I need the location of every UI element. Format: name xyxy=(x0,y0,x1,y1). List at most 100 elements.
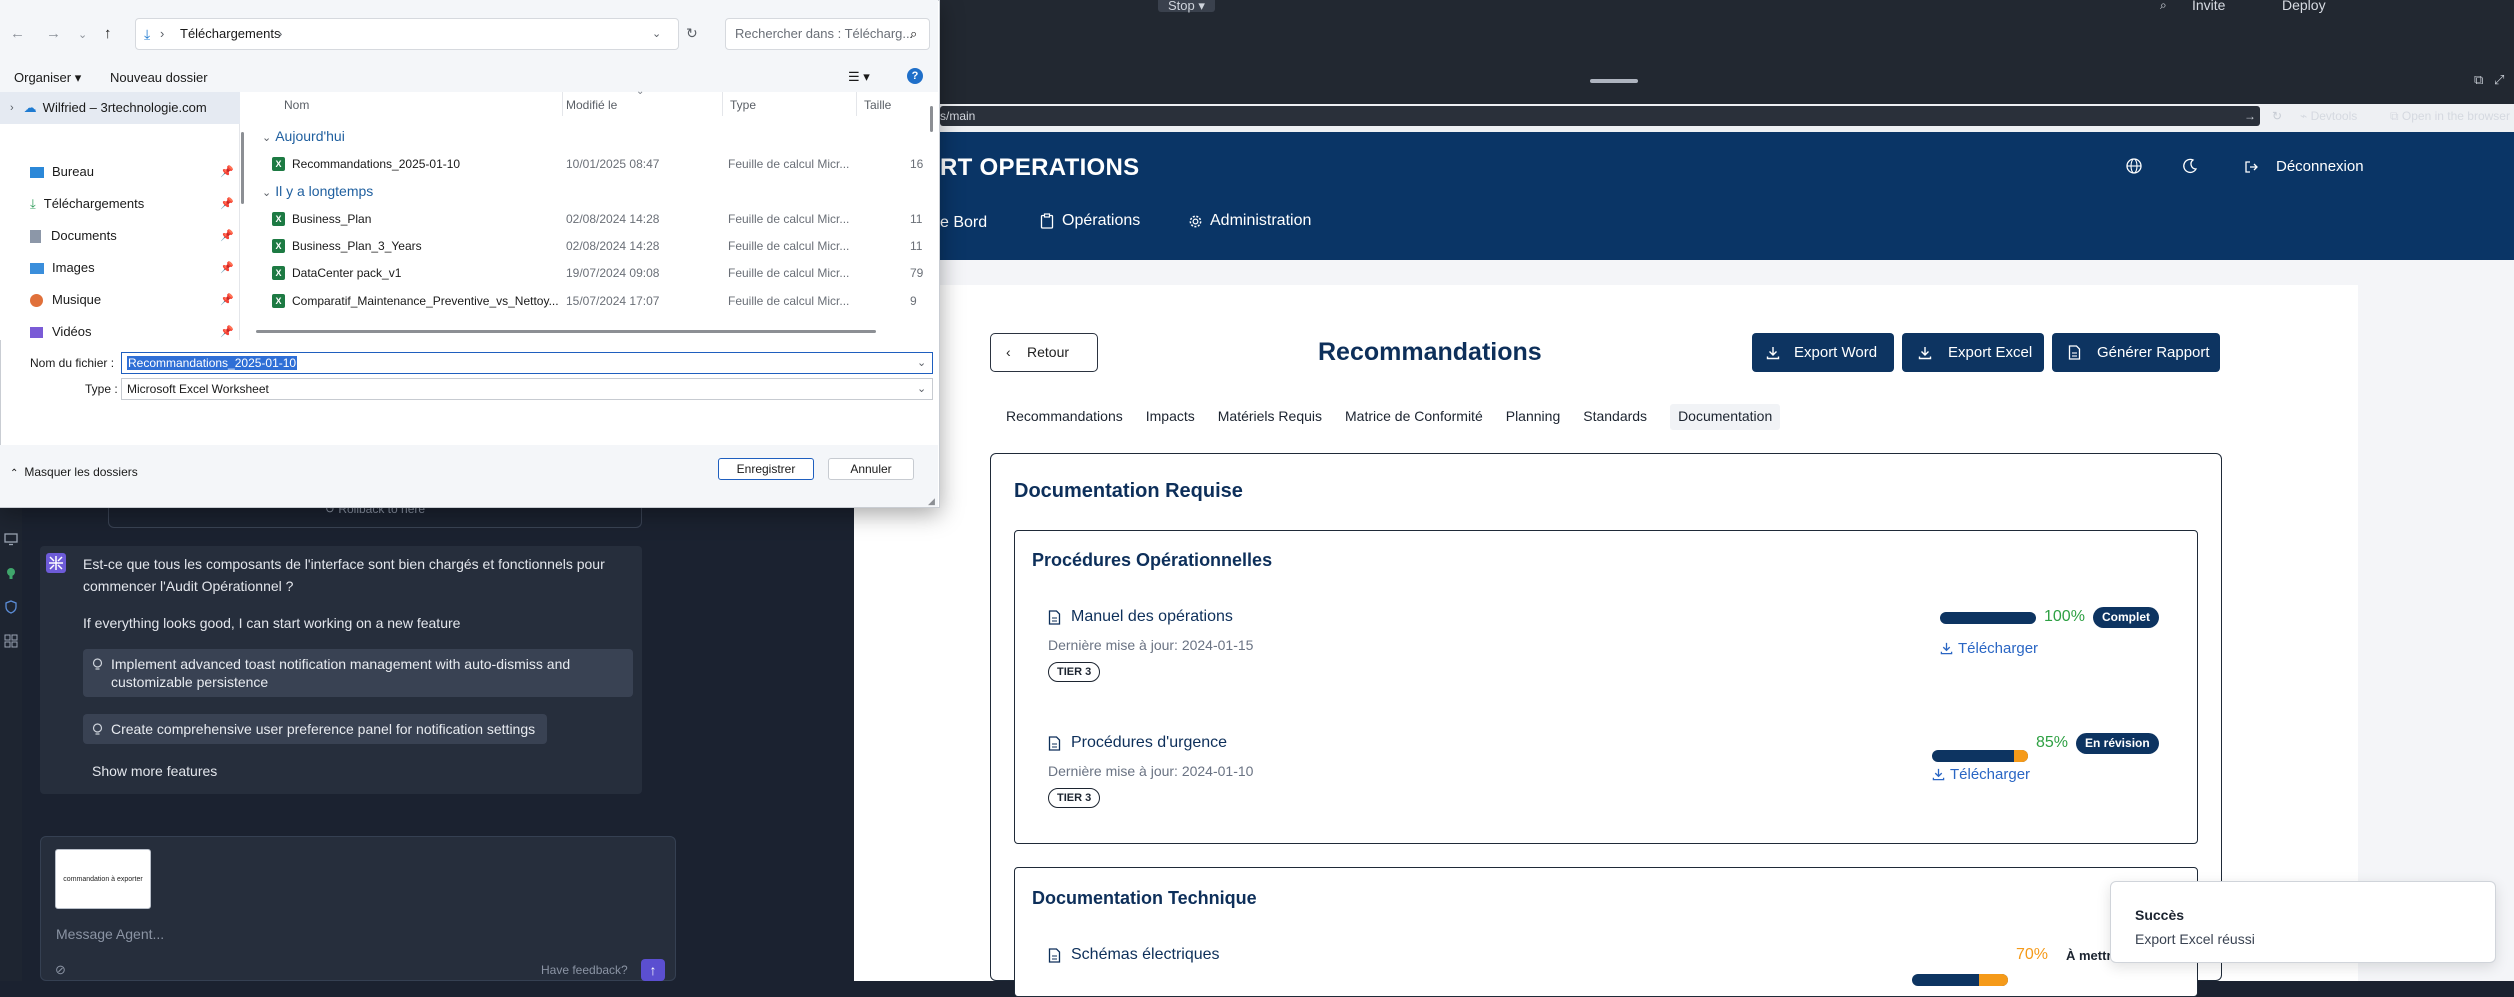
group-header[interactable]: ⌄ Aujourd'hui xyxy=(262,128,345,144)
tab-materiels[interactable]: Matériels Requis xyxy=(1218,404,1322,430)
tier-badge: TIER 3 xyxy=(1048,662,1101,682)
horizontal-scrollbar[interactable] xyxy=(256,330,876,333)
resize-grip-icon[interactable]: ◢ xyxy=(928,496,935,507)
help-icon[interactable]: ? xyxy=(907,68,923,84)
attach-icon[interactable]: ⊘ xyxy=(55,962,66,978)
generate-report-button[interactable]: Générer Rapport xyxy=(2052,333,2220,372)
recent-chevron-icon[interactable]: ⌄ xyxy=(78,28,87,41)
chevron-down-icon[interactable]: ⌄ xyxy=(652,19,661,49)
open-in-browser-button[interactable]: ⧉ Open in the browser xyxy=(2390,106,2510,126)
progress-bar xyxy=(1912,974,2008,986)
show-more-features-button[interactable]: Show more features xyxy=(92,761,217,781)
organize-menu[interactable]: Organiser ▾ xyxy=(14,70,81,86)
tab-documentation[interactable]: Documentation xyxy=(1670,404,1781,430)
refresh-icon[interactable]: ↻ xyxy=(686,25,698,42)
music-icon xyxy=(30,293,43,307)
file-type: Feuille de calcul Micr... xyxy=(728,212,850,226)
tab-impacts[interactable]: Impacts xyxy=(1146,404,1195,430)
nav-item-images[interactable]: Images 📌 xyxy=(30,252,234,284)
save-button[interactable]: Enregistrer xyxy=(718,458,814,480)
address-bar[interactable]: ⤓ › Téléchargements › ⌄ xyxy=(135,18,679,50)
back-button[interactable]: ‹ Retour xyxy=(990,333,1098,372)
suggestion-text: customizable persistence xyxy=(111,674,269,690)
download-icon: ⤓ xyxy=(30,196,36,211)
chevron-down-icon[interactable]: ⌄ xyxy=(917,353,926,373)
send-button[interactable]: ↑ xyxy=(641,959,665,981)
filename-input[interactable]: Recommandations_2025-01-10 ⌄ xyxy=(121,352,933,374)
new-folder-button[interactable]: Nouveau dossier xyxy=(110,70,208,85)
monitor-icon[interactable] xyxy=(4,532,18,546)
file-type-select[interactable]: Microsoft Excel Worksheet ⌄ xyxy=(121,378,933,400)
cancel-button[interactable]: Annuler xyxy=(828,458,914,480)
file-row[interactable]: X DataCenter pack_v1 19/07/2024 09:08 Fe… xyxy=(270,260,925,287)
tab-conformite[interactable]: Matrice de Conformité xyxy=(1345,404,1483,430)
expand-icon[interactable]: ⤢ xyxy=(2494,72,2504,88)
column-type[interactable]: Type xyxy=(730,98,756,112)
back-arrow-icon[interactable]: ← xyxy=(10,25,25,42)
nav-item-music[interactable]: Musique 📌 xyxy=(30,284,234,316)
resize-handle[interactable] xyxy=(1590,79,1638,83)
message-input-placeholder[interactable]: Message Agent... xyxy=(56,926,164,942)
group-header[interactable]: ⌄ Il y a longtemps xyxy=(262,183,373,199)
view-options-icon[interactable]: ☰ ▾ xyxy=(848,69,870,85)
invite-button[interactable]: Invite xyxy=(2192,0,2225,12)
document-name: Procédures d'urgence xyxy=(1071,734,1228,751)
download-link[interactable]: Télécharger xyxy=(1932,766,2030,783)
search-icon[interactable]: ⌕ xyxy=(2160,0,2167,11)
agent-icon[interactable] xyxy=(4,566,18,580)
up-arrow-icon[interactable]: ↑ xyxy=(104,25,112,42)
file-row[interactable]: X Business_Plan 02/08/2024 14:28 Feuille… xyxy=(270,206,925,233)
dialog-search-input[interactable]: Rechercher dans : Télécharg... ⌕ xyxy=(725,18,930,50)
export-word-button[interactable]: Export Word xyxy=(1752,333,1894,372)
url-bar[interactable]: s/main xyxy=(940,106,2260,126)
feedback-link[interactable]: Have feedback? xyxy=(541,963,628,977)
apps-grid-icon[interactable] xyxy=(4,634,18,648)
pin-icon: 📌 xyxy=(220,294,234,306)
nav-item-onedrive[interactable]: › ☁ Wilfried – 3rtechnologie.com xyxy=(0,92,240,124)
vertical-scrollbar[interactable] xyxy=(930,106,933,132)
nav-item-videos[interactable]: Vidéos 📌 xyxy=(30,316,234,348)
attachment-thumbnail[interactable]: commandation à exporter xyxy=(55,849,151,909)
shield-icon[interactable] xyxy=(4,600,18,614)
hide-folders-toggle[interactable]: ⌃ Masquer les dossiers xyxy=(10,465,138,479)
feature-suggestion[interactable]: Implement advanced toast notification ma… xyxy=(83,649,633,697)
tab-planning[interactable]: Planning xyxy=(1506,404,1561,430)
devtools-button[interactable]: ⌁ Devtools xyxy=(2300,106,2357,126)
download-label: Télécharger xyxy=(1950,766,2031,783)
screenshot-icon[interactable]: ⧉ xyxy=(2474,72,2483,88)
export-excel-button[interactable]: Export Excel xyxy=(1902,333,2044,372)
stop-button[interactable]: Stop ▾ xyxy=(1158,0,1215,12)
nav-item-downloads[interactable]: ⤓ Téléchargements 📌 xyxy=(30,188,234,220)
tab-recommandations[interactable]: Recommandations xyxy=(1006,404,1123,430)
nav-administration[interactable]: Administration xyxy=(1188,212,1311,230)
file-row[interactable]: X Comparatif_Maintenance_Preventive_vs_N… xyxy=(270,288,925,315)
column-size[interactable]: Taille xyxy=(864,98,891,112)
export-excel-label: Export Excel xyxy=(1948,344,2033,361)
go-arrow-icon[interactable]: → xyxy=(2244,106,2256,126)
file-row[interactable]: X Recommandations_2025-01-10 10/01/2025 … xyxy=(270,151,925,178)
nav-item-documents[interactable]: Documents 📌 xyxy=(30,220,234,252)
globe-icon[interactable] xyxy=(2126,158,2142,174)
column-name[interactable]: Nom xyxy=(284,98,309,112)
file-row[interactable]: X Business_Plan_3_Years 02/08/2024 14:28… xyxy=(270,233,925,260)
nav-item-bureau[interactable]: Bureau 📌 xyxy=(30,156,234,188)
filename-value: Recommandations_2025-01-10 xyxy=(127,356,298,370)
expand-chevron-icon[interactable]: › xyxy=(10,92,14,124)
nav-operations[interactable]: Opérations xyxy=(1040,212,1140,230)
file-date: 02/08/2024 14:28 xyxy=(566,212,660,226)
nav-dashboard[interactable]: e Bord xyxy=(940,214,987,232)
deploy-button[interactable]: Deploy xyxy=(2282,0,2326,12)
forward-arrow-icon[interactable]: → xyxy=(46,25,61,42)
dark-mode-icon[interactable] xyxy=(2182,158,2198,174)
breadcrumb-downloads[interactable]: Téléchargements xyxy=(180,19,280,49)
refresh-icon[interactable]: ↻ xyxy=(2272,106,2282,126)
file-size: 11 xyxy=(910,239,923,253)
toast-title: Succès xyxy=(2135,907,2185,923)
tab-standards[interactable]: Standards xyxy=(1583,404,1647,430)
section-tabs: Recommandations Impacts Matériels Requis… xyxy=(1006,404,1803,430)
logout-button[interactable]: Déconnexion xyxy=(2276,158,2364,175)
column-modified[interactable]: Modifié le xyxy=(566,98,617,112)
feature-suggestion[interactable]: Create comprehensive user preference pan… xyxy=(83,714,547,744)
download-link[interactable]: Télécharger xyxy=(1940,640,2038,657)
nav-scrollbar[interactable] xyxy=(241,132,244,204)
